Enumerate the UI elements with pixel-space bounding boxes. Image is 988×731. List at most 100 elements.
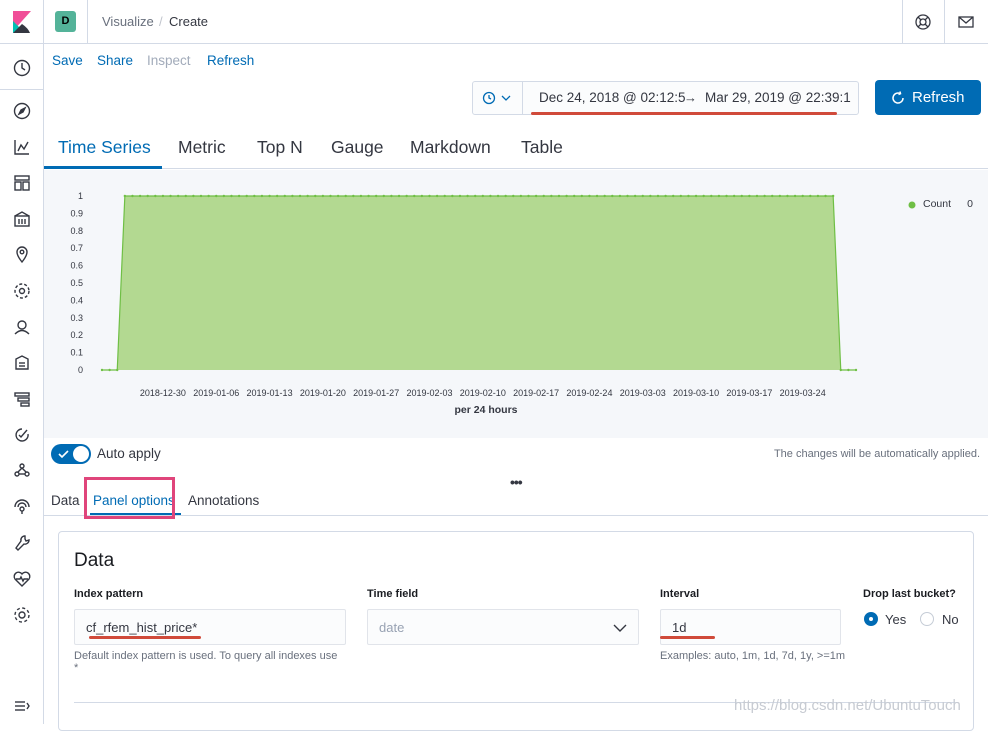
data-point: [428, 194, 431, 198]
data-point: [382, 194, 385, 198]
data-point: [215, 194, 218, 198]
interval-label: Interval: [660, 588, 700, 600]
drop-last-no-radio[interactable]: [920, 612, 934, 626]
collapse-menu-icon[interactable]: [12, 696, 32, 716]
check-icon: [58, 450, 69, 459]
header-divider: [87, 0, 88, 44]
recent-icon[interactable]: [12, 58, 32, 78]
refresh-button[interactable]: Refresh: [875, 80, 981, 115]
end-date[interactable]: Mar 29, 2019 @ 22:39:1: [705, 90, 851, 105]
tab-top-n[interactable]: Top N: [257, 137, 303, 158]
space-avatar[interactable]: D: [55, 11, 76, 32]
refresh-link[interactable]: Refresh: [207, 53, 254, 68]
data-point: [169, 194, 172, 198]
tab-markdown[interactable]: Markdown: [410, 137, 491, 158]
data-point: [321, 194, 325, 198]
data-point: [352, 194, 355, 198]
watermark: https://blog.csdn.net/UbuntuTouch: [734, 697, 961, 714]
canvas-icon[interactable]: [12, 209, 32, 229]
legend-marker: [908, 201, 916, 209]
data-point: [329, 194, 332, 198]
data-point: [672, 194, 675, 198]
x-tick-label: 2019-01-20: [300, 388, 346, 398]
data-point: [809, 194, 812, 198]
uptime-icon[interactable]: [12, 425, 32, 445]
quick-select-button[interactable]: [473, 82, 523, 114]
management-icon[interactable]: [12, 605, 32, 625]
date-picker[interactable]: Dec 24, 2018 @ 02:12:5 → Mar 29, 2019 @ …: [472, 81, 859, 115]
share-link[interactable]: Share: [97, 53, 133, 68]
date-arrow-icon: →: [684, 90, 697, 105]
maps-icon[interactable]: [12, 245, 32, 265]
index-pattern-help: Default index pattern is used. To query …: [74, 650, 338, 662]
breadcrumb-visualize[interactable]: Visualize: [102, 14, 154, 29]
drop-last-no-label[interactable]: No: [942, 612, 959, 627]
active-tab-indicator: [44, 166, 162, 169]
monitoring-icon[interactable]: [12, 569, 32, 589]
drop-last-yes-radio[interactable]: [864, 612, 878, 626]
tab-metric[interactable]: Metric: [178, 137, 226, 158]
start-date[interactable]: Dec 24, 2018 @ 02:12:5: [539, 90, 686, 105]
refresh-icon: [892, 91, 904, 104]
siem-icon[interactable]: [12, 497, 32, 517]
x-axis-label: per 24 hours: [454, 404, 517, 416]
breadcrumb-separator: /: [159, 14, 163, 29]
graph-icon[interactable]: [12, 461, 32, 481]
data-point: [131, 194, 134, 198]
help-icon[interactable]: [911, 10, 935, 34]
dev-tools-icon[interactable]: [12, 533, 32, 553]
visualize-icon[interactable]: [12, 137, 32, 157]
auto-apply-toggle[interactable]: [51, 444, 91, 464]
panel-title: Data: [74, 550, 115, 571]
y-tick-label: 0.4: [70, 295, 83, 305]
tab-time-series[interactable]: Time Series: [58, 137, 151, 158]
auto-apply-row: Auto apply The changes will be automatic…: [44, 438, 988, 470]
auto-apply-label: Auto apply: [97, 446, 161, 461]
refresh-button-label: Refresh: [912, 89, 965, 106]
x-tick-label: 2019-01-13: [247, 388, 293, 398]
data-point: [755, 194, 759, 198]
data-point: [230, 194, 233, 198]
data-point: [435, 194, 439, 198]
data-point: [611, 194, 614, 198]
x-tick-label: 2019-03-03: [620, 388, 666, 398]
annotation-underline: [660, 636, 715, 639]
data-point: [649, 194, 652, 198]
y-tick-label: 0.9: [70, 208, 83, 218]
subtab-annotations[interactable]: Annotations: [188, 493, 259, 508]
data-point: [831, 194, 835, 198]
data-point: [420, 194, 424, 198]
time-field-label: Time field: [367, 588, 419, 600]
nav-divider: [0, 89, 43, 90]
subtab-data[interactable]: Data: [51, 493, 80, 508]
time-field-select[interactable]: date: [367, 609, 639, 645]
interval-value: 1d: [672, 620, 687, 635]
data-point: [253, 194, 256, 198]
ml-icon[interactable]: [12, 281, 32, 301]
dashboard-icon[interactable]: [12, 173, 32, 193]
infrastructure-icon[interactable]: [12, 317, 32, 337]
breadcrumb-create: Create: [169, 14, 209, 29]
x-tick-label: 2019-02-10: [460, 388, 506, 398]
data-point: [496, 194, 500, 198]
data-point: [184, 194, 187, 198]
interval-input[interactable]: 1d: [660, 609, 841, 645]
apm-icon[interactable]: [12, 389, 32, 409]
data-point: [679, 194, 683, 198]
tab-table[interactable]: Table: [521, 137, 563, 158]
inspect-link: Inspect: [147, 53, 191, 68]
tab-gauge[interactable]: Gauge: [331, 137, 384, 158]
data-point: [336, 194, 340, 198]
data-point: [816, 194, 820, 198]
save-link[interactable]: Save: [52, 53, 83, 68]
data-point: [100, 368, 104, 372]
index-pattern-input[interactable]: cf_rfem_hist_price*: [74, 609, 346, 645]
kibana-logo-icon[interactable]: [0, 0, 44, 44]
mail-icon[interactable]: [954, 10, 978, 34]
logs-icon[interactable]: [12, 353, 32, 373]
header-divider: [944, 0, 945, 44]
data-point: [573, 194, 576, 198]
drop-last-yes-label[interactable]: Yes: [885, 612, 906, 627]
data-point: [123, 194, 127, 198]
discover-icon[interactable]: [12, 101, 32, 121]
